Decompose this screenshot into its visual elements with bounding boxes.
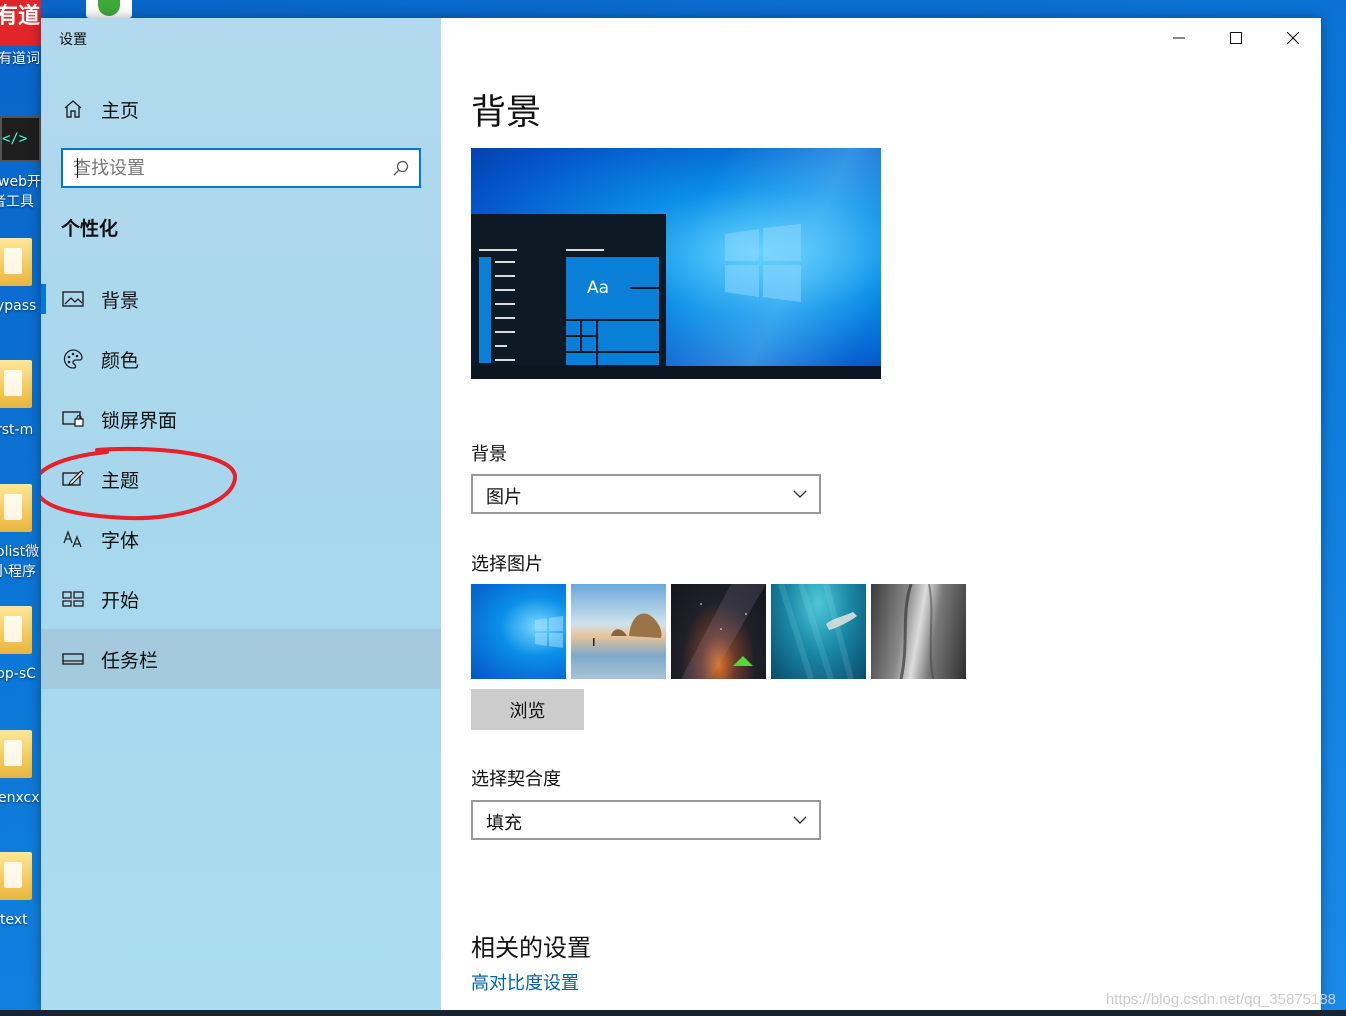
related-settings-title: 相关的设置: [471, 934, 591, 962]
theme-icon: [61, 467, 85, 491]
fit-select-value: 填充: [486, 813, 522, 834]
sidebar-item-label: 任务栏: [101, 649, 159, 672]
maximize-icon: [1229, 32, 1242, 44]
fit-select[interactable]: 填充: [471, 800, 821, 840]
desktop-icons: 有道 有道词 </> web开 者工具 ypass rst-m olist微 小…: [0, 0, 41, 1016]
picture-thumbnail[interactable]: [471, 584, 566, 679]
home-icon: [61, 97, 85, 121]
windows-logo-icon: [535, 616, 563, 648]
sidebar-item-label: 颜色: [101, 349, 140, 372]
desktop-icon-label: ypass: [0, 298, 37, 314]
background-label: 背景: [471, 444, 507, 465]
sidebar-item-start[interactable]: 开始: [41, 569, 441, 629]
preview-taskbar: [471, 366, 881, 379]
desktop-icon-label: web开: [0, 174, 41, 190]
palette-icon: [61, 347, 85, 371]
night-sky-image: [681, 584, 766, 679]
nav-home-label: 主页: [101, 99, 140, 122]
page-title: 背景: [471, 93, 542, 133]
sidebar-item-taskbar[interactable]: 任务栏: [41, 629, 441, 689]
picture-thumbnail[interactable]: [671, 584, 766, 679]
windows-logo-icon: [725, 224, 801, 302]
picture-icon: [61, 287, 85, 311]
desktop-icon-label: olist微: [0, 544, 40, 560]
chevron-down-icon: [793, 490, 807, 498]
browse-button[interactable]: 浏览: [471, 689, 584, 730]
desktop-icon-label: text: [0, 912, 28, 928]
picture-thumbnail[interactable]: [771, 584, 866, 679]
nav-list: 背景 颜色 锁屏界面 主题 字体 开始 任务栏: [41, 269, 441, 689]
text-caret: [77, 158, 78, 178]
picture-thumbnails: [471, 584, 966, 679]
desktop-icon-label: pp-sC: [0, 666, 36, 682]
sidebar-item-label: 锁屏界面: [101, 409, 178, 432]
desktop-icon-label: enxcx: [0, 790, 40, 806]
lock-screen-icon: [61, 407, 85, 431]
close-button[interactable]: [1264, 18, 1321, 58]
window-controls: [1150, 18, 1321, 58]
rock-arch-image: [593, 613, 662, 646]
content-pane: 背景 Aa 背景 图片 选择图片 浏览 选择契合度 填充 相关的设置 高对比度设…: [441, 18, 1321, 1010]
minimize-icon: [1172, 37, 1185, 39]
underwater-image: [778, 584, 857, 679]
search-input[interactable]: [73, 150, 383, 186]
os-taskbar: [0, 1010, 1346, 1016]
close-icon: [1286, 32, 1299, 44]
preview-tile: Aa: [566, 257, 630, 319]
youdao-logo: 有道: [0, 0, 41, 46]
search-icon[interactable]: [393, 160, 409, 176]
desktop-icon-label: 小程序: [0, 564, 36, 580]
section-title: 个性化: [61, 218, 119, 240]
code-icon: </>: [0, 116, 41, 162]
sidebar-item-colors[interactable]: 颜色: [41, 329, 441, 389]
sidebar-item-fonts[interactable]: 字体: [41, 509, 441, 569]
picture-thumbnail[interactable]: [871, 584, 966, 679]
desktop-icon-label: rst-m: [0, 422, 34, 438]
sidebar-item-label: 开始: [101, 589, 140, 612]
desktop-icon-label: 者工具: [0, 194, 34, 210]
folder-icon: [0, 852, 32, 900]
picture-thumbnail[interactable]: [571, 584, 666, 679]
taskbar-icon: [61, 647, 85, 671]
sidebar-item-label: 背景: [101, 289, 140, 312]
start-icon: [61, 587, 85, 611]
maximize-button[interactable]: [1207, 18, 1264, 58]
font-icon: [61, 527, 85, 551]
background-preview: Aa: [471, 148, 881, 379]
background-select[interactable]: 图片: [471, 474, 821, 514]
sidebar-item-themes[interactable]: 主题: [41, 449, 441, 509]
settings-window: 设置 主页 个性化 背景 颜色: [41, 18, 1321, 1010]
app-title: 设置: [59, 32, 87, 48]
app-shortcut-icon[interactable]: [86, 0, 132, 18]
folder-icon: [0, 238, 32, 286]
sidebar-item-lock-screen[interactable]: 锁屏界面: [41, 389, 441, 449]
folder-icon: [0, 360, 32, 408]
minimize-button[interactable]: [1150, 18, 1207, 58]
folder-icon: [0, 484, 32, 532]
sidebar-item-background[interactable]: 背景: [41, 269, 441, 329]
folder-icon: [0, 606, 32, 654]
watermark: https://blog.csdn.net/qq_35875188: [1105, 991, 1336, 1008]
cliff-image: [899, 584, 934, 679]
fit-label: 选择契合度: [471, 769, 561, 790]
sidebar-item-label: 主题: [101, 469, 140, 492]
desktop-icon-label: 有道词: [0, 51, 40, 67]
folder-icon: [0, 730, 32, 778]
chevron-down-icon: [793, 816, 807, 824]
choose-picture-label: 选择图片: [471, 554, 543, 575]
high-contrast-link[interactable]: 高对比度设置: [471, 969, 579, 995]
search-box[interactable]: [61, 148, 421, 188]
sidebar: 设置 主页 个性化 背景 颜色: [41, 18, 441, 1010]
nav-home[interactable]: 主页: [41, 89, 441, 129]
background-select-value: 图片: [486, 487, 522, 508]
sidebar-item-label: 字体: [101, 529, 140, 552]
start-menu-preview: Aa: [471, 214, 666, 366]
